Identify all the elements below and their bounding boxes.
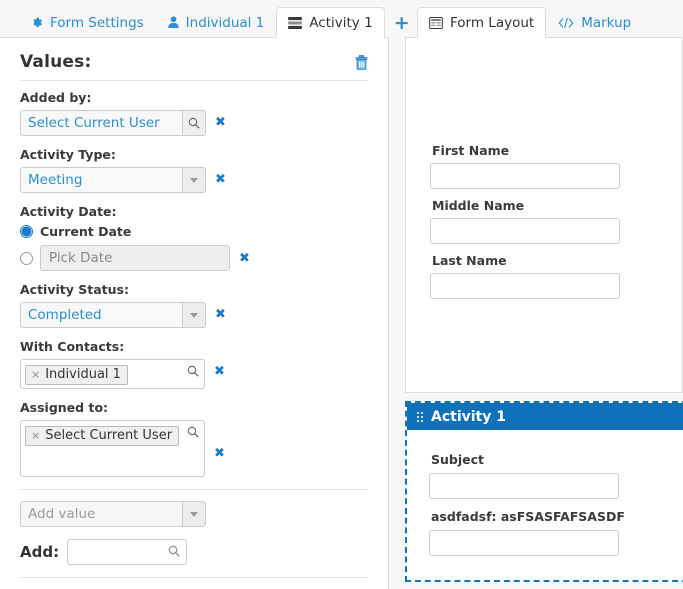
- activity-type-input-group: Meeting: [20, 167, 206, 193]
- subject-field[interactable]: [429, 473, 619, 499]
- tab-label: Activity 1: [309, 14, 373, 31]
- person-icon: [168, 16, 179, 29]
- pick-date-input[interactable]: Pick Date: [40, 245, 230, 271]
- values-header: Values:: [20, 52, 368, 81]
- add-value-placeholder[interactable]: Add value: [20, 501, 183, 527]
- canvas-spacer: [430, 68, 658, 143]
- code-icon: [558, 17, 574, 29]
- search-icon[interactable]: [187, 365, 199, 377]
- last-name-label: Last Name: [432, 253, 507, 268]
- activity-status-row: Completed ✖: [20, 302, 368, 328]
- divider: [20, 577, 368, 578]
- drag-handle-icon[interactable]: [417, 411, 423, 422]
- add-row: Add:: [20, 539, 368, 565]
- current-date-label: Current Date: [40, 224, 132, 239]
- activity-type-label: Activity Type:: [20, 147, 116, 162]
- remove-activity-date-button[interactable]: ✖: [239, 251, 250, 266]
- tab-form-layout[interactable]: Form Layout: [417, 7, 547, 38]
- values-title: Values:: [20, 52, 92, 72]
- values-pane: Values: Added by: Select Current User ✖ …: [0, 38, 389, 589]
- remove-assigned-to-button[interactable]: ✖: [214, 446, 225, 461]
- remove-with-contacts-button[interactable]: ✖: [214, 364, 225, 379]
- with-contacts-label: With Contacts:: [20, 339, 125, 354]
- activity-1-block[interactable]: Activity 1 Subject asdfadsf: asFSASFAFSA…: [405, 401, 683, 582]
- activity-type-row: Meeting ✖: [20, 167, 368, 193]
- assigned-to-label: Assigned to:: [20, 400, 109, 415]
- token-label: Select Current User: [45, 428, 173, 443]
- assigned-to-multiselect[interactable]: × Select Current User: [20, 420, 205, 477]
- gear-icon: [30, 16, 43, 29]
- with-contacts-multiselect[interactable]: × Individual 1: [20, 359, 205, 389]
- activity-status-label: Activity Status:: [20, 282, 129, 297]
- tab-label: Form Settings: [50, 14, 144, 31]
- remove-activity-type-button[interactable]: ✖: [215, 172, 226, 187]
- last-name-field[interactable]: [430, 273, 620, 299]
- tab-activity-1[interactable]: Activity 1: [276, 7, 385, 38]
- subject-label: Subject: [431, 452, 484, 467]
- tab-form-settings[interactable]: Form Settings: [18, 7, 156, 38]
- token-remove-icon[interactable]: ×: [31, 368, 40, 381]
- trash-icon[interactable]: [355, 54, 368, 70]
- added-by-input[interactable]: Select Current User: [20, 110, 183, 136]
- activity-1-header[interactable]: Activity 1: [407, 403, 683, 430]
- custom-field-input[interactable]: [429, 530, 619, 556]
- pick-date-radio[interactable]: [20, 251, 33, 265]
- token[interactable]: × Select Current User: [25, 426, 180, 446]
- chevron-down-icon[interactable]: [183, 302, 206, 328]
- middle-name-field[interactable]: [430, 218, 620, 244]
- assigned-to-row: × Select Current User ✖: [20, 420, 368, 477]
- with-contacts-row: × Individual 1 ✖: [20, 359, 368, 389]
- current-date-option[interactable]: Current Date: [20, 224, 368, 239]
- remove-added-by-button[interactable]: ✖: [215, 115, 226, 130]
- added-by-input-group: Select Current User: [20, 110, 206, 136]
- pick-date-row: Pick Date ✖: [20, 245, 368, 271]
- activity-type-select[interactable]: Meeting: [20, 167, 183, 193]
- activity-status-input-group: Completed: [20, 302, 206, 328]
- current-date-radio[interactable]: [20, 225, 33, 238]
- tab-label: Form Layout: [450, 14, 535, 31]
- chevron-down-icon[interactable]: [183, 167, 206, 193]
- first-name-label: First Name: [432, 143, 510, 158]
- right-panel: Form Layout Markup First Name Middle Nam…: [405, 0, 683, 589]
- token-remove-icon[interactable]: ×: [31, 429, 40, 442]
- search-icon[interactable]: [183, 110, 206, 136]
- right-tabbar: Form Layout Markup: [405, 0, 683, 38]
- left-tabbar: Form Settings Individual 1 Activity 1 +: [0, 0, 410, 38]
- token-label: Individual 1: [45, 367, 121, 382]
- activity-date-label: Activity Date:: [20, 204, 117, 219]
- add-tab-button[interactable]: +: [385, 7, 419, 38]
- tab-label: Individual 1: [185, 14, 265, 31]
- middle-name-label: Middle Name: [432, 198, 525, 213]
- tab-label: Markup: [581, 14, 632, 31]
- custom-field-label: asdfadsf: asFSASFAFSASDF: [431, 509, 625, 524]
- divider: [20, 489, 368, 490]
- tab-markup[interactable]: Markup: [546, 7, 643, 38]
- added-by-label: Added by:: [20, 90, 92, 105]
- tab-individual-1[interactable]: Individual 1: [156, 7, 277, 38]
- token[interactable]: × Individual 1: [25, 365, 128, 385]
- form-builder-app: Form Settings Individual 1 Activity 1 + …: [0, 0, 683, 589]
- added-by-row: Select Current User ✖: [20, 110, 368, 136]
- form-layout-canvas: First Name Middle Name Last Name: [405, 38, 683, 393]
- activity-1-title: Activity 1: [431, 408, 506, 425]
- activity-status-select[interactable]: Completed: [20, 302, 183, 328]
- layout-icon: [429, 16, 443, 29]
- remove-activity-status-button[interactable]: ✖: [215, 307, 226, 322]
- activity-1-body: Subject asdfadsf: asFSASFAFSASDF: [407, 430, 683, 580]
- add-label: Add:: [20, 543, 60, 561]
- left-panel: Form Settings Individual 1 Activity 1 + …: [0, 0, 410, 589]
- add-value-select[interactable]: Add value: [20, 501, 206, 527]
- first-name-field[interactable]: [430, 163, 620, 189]
- search-icon[interactable]: [168, 545, 180, 557]
- chevron-down-icon[interactable]: [183, 501, 206, 527]
- search-icon[interactable]: [187, 426, 199, 438]
- list-rows-icon: [288, 16, 303, 29]
- add-search-input[interactable]: [67, 539, 188, 565]
